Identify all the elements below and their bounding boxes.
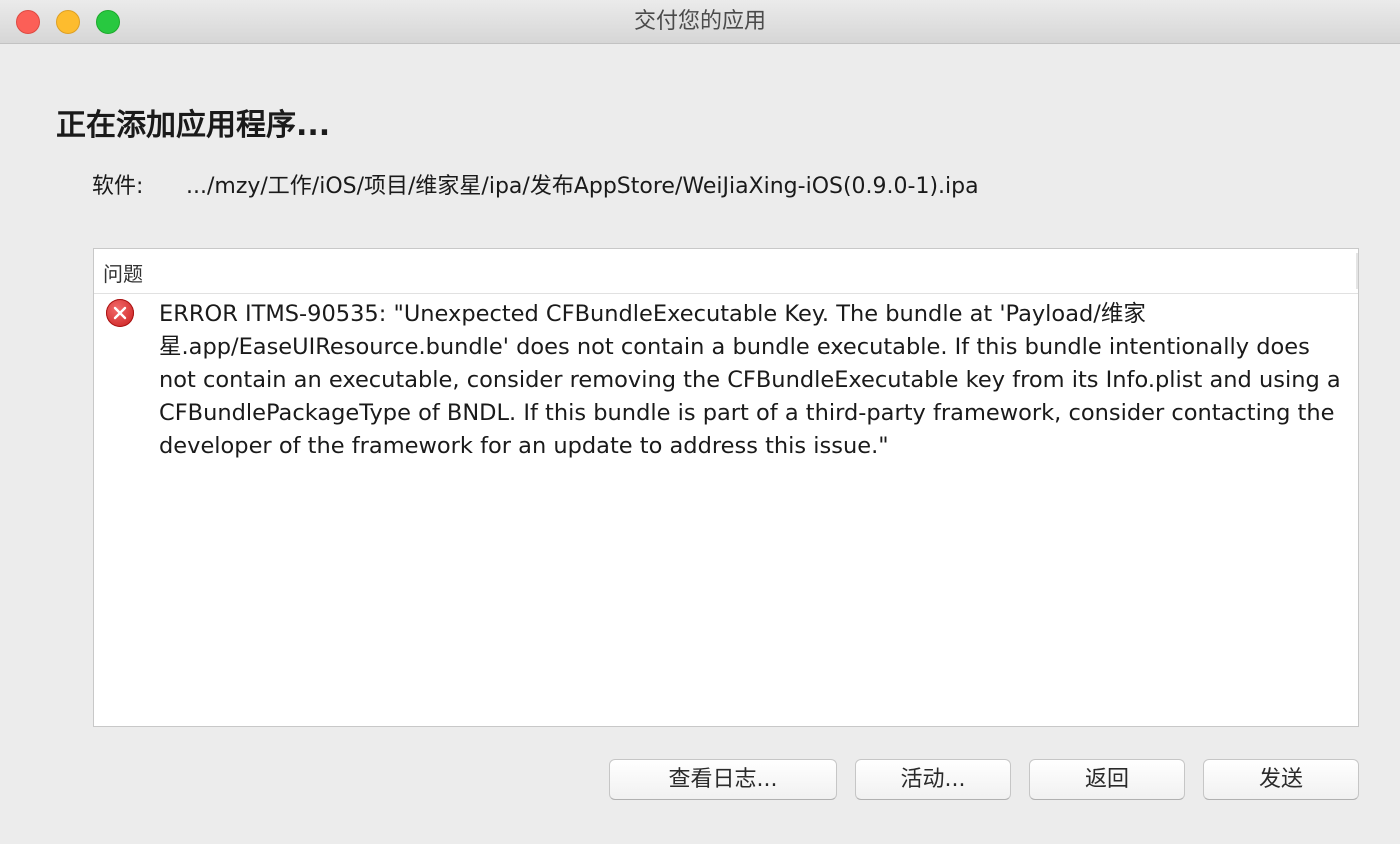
issues-table-header[interactable]: 问题: [94, 249, 1358, 294]
issue-message: ERROR ITMS-90535: "Unexpected CFBundleEx…: [159, 301, 1341, 459]
software-label: 软件:: [92, 174, 144, 199]
activity-button[interactable]: 活动...: [855, 759, 1011, 800]
send-button[interactable]: 发送: [1203, 759, 1359, 800]
window-title: 交付您的应用: [633, 9, 766, 34]
title-bar[interactable]: 交付您的应用: [0, 0, 1400, 44]
software-path: .../mzy/工作/iOS/项目/维家星/ipa/发布AppStore/Wei…: [186, 174, 979, 199]
back-button[interactable]: 返回: [1029, 759, 1185, 800]
column-divider: [1356, 253, 1358, 289]
error-icon: [106, 299, 134, 327]
software-row: 软件: .../mzy/工作/iOS/项目/维家星/ipa/发布AppStore/…: [92, 168, 979, 200]
deliver-app-window: 交付您的应用 正在添加应用程序... 软件: .../mzy/工作/iOS/项目/…: [0, 0, 1400, 844]
view-log-button[interactable]: 查看日志...: [609, 759, 837, 800]
issues-column-header[interactable]: 问题: [103, 258, 143, 287]
issues-table[interactable]: 问题 ERROR ITMS-90535: "Unexpected CFBundl…: [93, 248, 1359, 727]
page-heading: 正在添加应用程序...: [56, 108, 331, 143]
